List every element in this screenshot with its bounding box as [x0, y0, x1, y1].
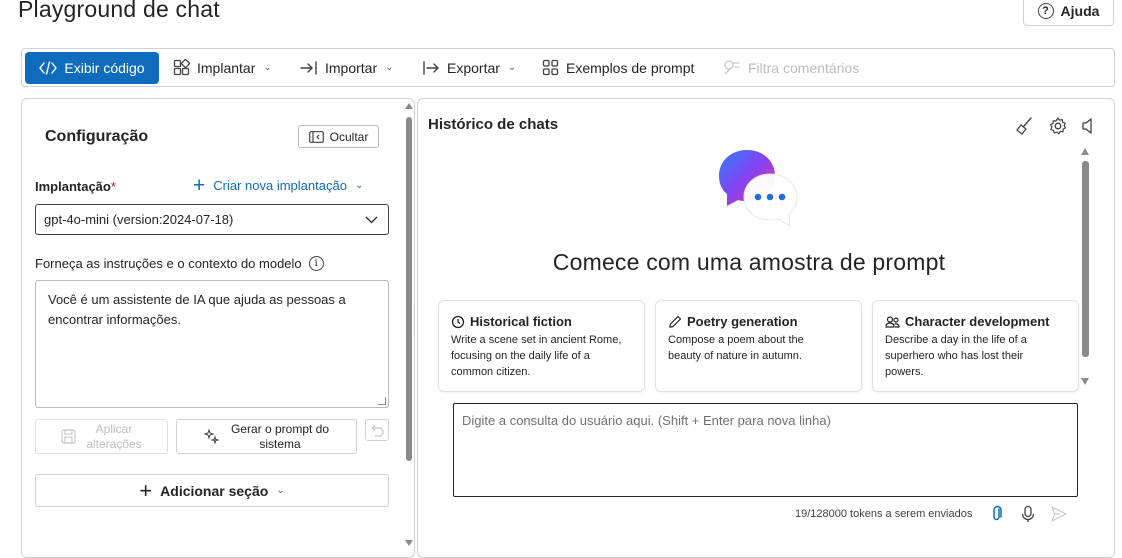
configuration-panel: Configuração Ocultar Implantação* + Cria…: [21, 98, 415, 558]
page-title: Playground de chat: [18, 0, 220, 22]
deploy-menu-button[interactable]: Implantar ⌄: [173, 49, 272, 86]
deploy-label: Implantar: [197, 59, 256, 76]
export-icon: [423, 60, 439, 75]
chevron-down-icon: [365, 216, 378, 223]
chat-history-title: Histórico de chats: [428, 116, 559, 133]
card-title: Historical fiction: [470, 314, 572, 329]
card-desc-line: Write a scene set in ancient Rome,: [451, 334, 622, 346]
required-mark: *: [110, 179, 116, 194]
chevron-down-icon: ⌄: [507, 62, 517, 73]
question-icon: ?: [1037, 3, 1054, 19]
people-icon: [885, 315, 900, 328]
resize-grip-icon[interactable]: [378, 397, 386, 405]
prompt-card-historical-fiction[interactable]: Historical fiction Write a scene set in …: [438, 300, 645, 392]
instructions-label: Forneça as instruções e o contexto do mo…: [35, 256, 324, 271]
undo-icon: [371, 424, 384, 437]
token-count: 19/128000 tokens a serem enviados: [795, 508, 973, 520]
scroll-thumb[interactable]: [406, 117, 412, 461]
chevron-down-icon: ⌄: [263, 62, 272, 73]
card-desc-line: powers.: [885, 366, 924, 378]
scroll-down-arrow[interactable]: [1081, 378, 1089, 385]
chevron-down-icon: ⌄: [385, 62, 394, 73]
microphone-icon[interactable]: [1019, 505, 1037, 523]
grid-icon: [542, 59, 559, 76]
collapse-panel-icon: [308, 130, 324, 143]
card-desc-line: common citizen.: [451, 366, 531, 378]
chevron-down-icon: ⌄: [276, 485, 285, 496]
sparkle-icon: [203, 429, 219, 444]
card-desc-line: Compose a poem about the: [668, 334, 804, 346]
history-icon: [451, 315, 465, 328]
generate-system-prompt-button[interactable]: Gerar o prompt do sistema: [176, 419, 357, 454]
generate-label-line1: Gerar o prompt do: [230, 421, 330, 436]
prompt-examples-label: Exemplos de prompt: [566, 59, 695, 76]
broom-icon[interactable]: [1015, 116, 1035, 136]
gear-icon[interactable]: [1048, 116, 1068, 136]
add-section-label: Adicionar seção: [160, 482, 269, 499]
chevron-down-icon: ⌄: [354, 180, 364, 191]
apply-changes-button[interactable]: Aplicar alterações: [35, 419, 168, 454]
help-label: Ajuda: [1060, 3, 1100, 19]
hide-label: Ocultar: [329, 129, 369, 144]
prompt-card-poetry-generation[interactable]: Poetry generation Compose a poem about t…: [655, 300, 862, 392]
speaker-icon[interactable]: [1079, 116, 1099, 136]
deployment-label: Implantação*: [35, 179, 116, 194]
attach-icon[interactable]: [988, 505, 1006, 523]
apply-label-line1: Aplicar: [95, 421, 133, 436]
save-icon: [61, 429, 76, 444]
instructions-label-text: Forneça as instruções e o contexto do mo…: [35, 256, 302, 271]
view-code-label: Exibir código: [64, 60, 145, 76]
generate-label-line2: sistema: [259, 436, 301, 451]
plus-icon: +: [139, 477, 153, 503]
prompt-examples-button[interactable]: Exemplos de prompt: [542, 49, 694, 86]
export-menu-button[interactable]: Exportar ⌄: [422, 49, 516, 86]
user-query-input[interactable]: Digite a consulta do usuário aqui. (Shif…: [453, 403, 1078, 497]
system-message-text: Você é um assistente de IA que ajuda as …: [48, 292, 346, 327]
chat-panel: Histórico de chats Comece com uma amostr…: [417, 98, 1115, 558]
hero-title: Comece com uma amostra de prompt: [552, 249, 946, 275]
import-menu-button[interactable]: Importar ⌄: [300, 49, 394, 86]
scroll-thumb[interactable]: [1082, 161, 1089, 357]
create-deployment-label: Criar nova implantação: [213, 178, 347, 193]
filter-comments-label: Filtra comentários: [748, 59, 860, 76]
import-icon: [300, 60, 317, 75]
filter-comments-button[interactable]: Filtra comentários: [723, 49, 859, 86]
card-desc-line: focusing on the daily life of a: [451, 350, 590, 362]
add-section-button[interactable]: + Adicionar seção ⌄: [35, 474, 389, 507]
card-title: Character development: [905, 314, 1050, 329]
scroll-up-arrow[interactable]: [405, 103, 413, 109]
send-icon[interactable]: [1050, 505, 1068, 523]
card-desc-line: beauty of nature in autumn.: [668, 350, 802, 362]
card-title: Poetry generation: [687, 314, 798, 329]
scroll-down-arrow[interactable]: [405, 540, 413, 546]
help-button[interactable]: ? Ajuda: [1023, 0, 1114, 26]
export-label: Exportar: [447, 59, 500, 76]
cube-icon: [173, 59, 190, 76]
configuration-title: Configuração: [45, 128, 149, 145]
plus-icon: +: [193, 173, 206, 197]
import-label: Importar: [325, 59, 378, 76]
query-placeholder: Digite a consulta do usuário aqui. (Shif…: [462, 413, 831, 428]
system-message-textarea[interactable]: Você é um assistente de IA que ajuda as …: [35, 280, 389, 408]
hide-button[interactable]: Ocultar: [298, 125, 379, 148]
chat-bubbles-icon: [719, 150, 798, 227]
filter-icon: [724, 60, 740, 75]
card-desc-line: superhero who has lost their: [885, 350, 1024, 362]
card-desc-line: Describe a day in the life of a: [885, 334, 1027, 346]
toolbar: Exibir código Implantar ⌄ Importar ⌄ Exp…: [21, 48, 1115, 87]
deployment-value: gpt-4o-mini (version:2024-07-18): [44, 212, 234, 227]
info-icon[interactable]: i: [308, 256, 324, 271]
deployment-select[interactable]: gpt-4o-mini (version:2024-07-18): [35, 204, 389, 235]
code-icon: [39, 61, 58, 75]
pen-icon: [669, 315, 682, 328]
apply-label-line2: alterações: [86, 436, 142, 451]
chat-scrollbar[interactable]: [1080, 147, 1092, 387]
prompt-card-character-development[interactable]: Character development Describe a day in …: [872, 300, 1079, 392]
undo-button[interactable]: [365, 419, 389, 441]
create-deployment-link[interactable]: + Criar nova implantação ⌄: [193, 173, 364, 197]
deployment-label-text: Implantação: [35, 179, 111, 194]
view-code-button[interactable]: Exibir código: [25, 52, 159, 84]
scroll-up-arrow[interactable]: [1081, 148, 1089, 155]
